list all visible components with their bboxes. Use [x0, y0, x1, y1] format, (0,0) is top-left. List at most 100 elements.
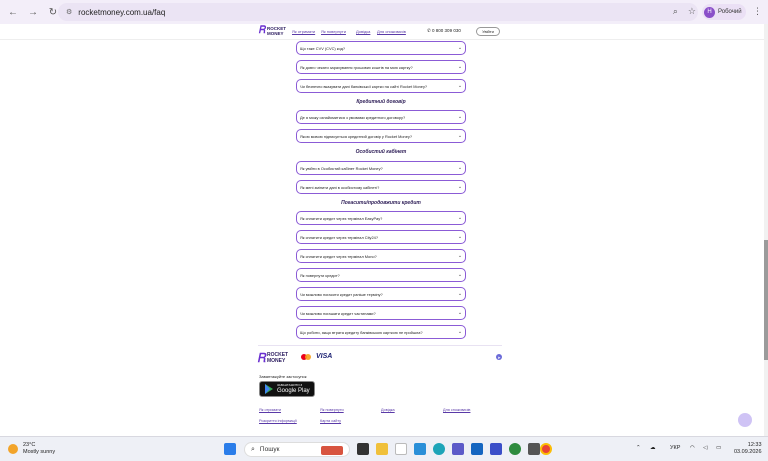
browser-toolbar: ← → ↻ ⚙ rocketmoney.com.ua/faq ⌕ ☆ Н Роб…: [0, 0, 768, 24]
footer-link-disclosure[interactable]: Розкриття інформації: [259, 419, 297, 423]
faq-item[interactable]: Чи можливо погасити кредит раніше термін…: [296, 287, 466, 301]
gplay-line2: Google Play: [277, 387, 310, 394]
scrollbar-thumb[interactable]: [764, 240, 768, 360]
chevron-down-icon: ⌄: [457, 165, 463, 171]
address-bar[interactable]: ⚙ rocketmoney.com.ua/faq: [58, 3, 698, 21]
faq-item[interactable]: Як повернути кредит? ⌄: [296, 268, 466, 282]
faq-question: Як сплатити кредит через термінал Monо?: [300, 253, 377, 259]
chevron-down-icon: ⌄: [457, 215, 463, 221]
start-icon[interactable]: [224, 443, 236, 455]
visa-logo: VISA: [316, 353, 333, 360]
telegram-icon[interactable]: ➤: [496, 354, 502, 360]
chevron-down-icon: ⌄: [457, 291, 463, 297]
bookmark-star-icon[interactable]: ☆: [688, 6, 696, 17]
store-icon[interactable]: [395, 443, 407, 455]
faq-question: Як довго чекати зарахування грошових кош…: [300, 64, 413, 70]
sun-icon: [8, 443, 18, 454]
faq-question: Чи безпечно вказувати дані банківської к…: [300, 83, 428, 89]
faq-question: Що робити, якщо втрата кредиту банківськ…: [300, 329, 423, 335]
system-clock[interactable]: 12:33 03.09.2026: [734, 442, 762, 456]
mastercard-icon: [301, 354, 311, 360]
wifi-icon[interactable]: ◠: [690, 445, 695, 451]
task-view-icon[interactable]: [357, 443, 369, 455]
section-title: Особистий кабінет: [355, 149, 407, 155]
chat-widget-button[interactable]: [738, 413, 752, 427]
site-footer: 𝑅 ROCKET MONEY VISA ➤ Завантажуйте засто…: [258, 345, 502, 436]
taskbar: 23°C Mostly sunny ⌕ Пошук ⌃ ☁ УКР ◠ ◁ ▭ …: [0, 436, 768, 461]
nav-help[interactable]: Довідка: [356, 29, 370, 34]
footer-link-how-to-return[interactable]: Як повернути: [320, 408, 344, 412]
tray-chevron-icon[interactable]: ⌃: [636, 445, 641, 451]
footer-logo[interactable]: 𝑅 ROCKET MONEY: [258, 351, 289, 366]
profile-label: Робочий: [718, 9, 742, 15]
section-title: Погасити/продовжити кредит: [341, 200, 421, 206]
chevron-down-icon: ⌄: [457, 184, 463, 190]
browser-menu-icon[interactable]: ⋮: [753, 6, 762, 17]
edge-icon[interactable]: [433, 443, 445, 455]
footer-divider: [258, 345, 502, 346]
forward-arrow-icon[interactable]: →: [26, 5, 40, 19]
faq-question: Чи можливо погасити кредит раніше термін…: [300, 291, 383, 297]
faq-item[interactable]: Як довго чекати зарахування грошових кош…: [296, 60, 466, 74]
zoom-icon[interactable]: ⌕: [673, 6, 678, 17]
footer-link-help[interactable]: Довідка: [381, 408, 395, 412]
outlook-icon[interactable]: [471, 443, 483, 455]
volume-icon[interactable]: ◁: [703, 445, 707, 451]
footer-link-consumers[interactable]: Для споживачів: [443, 408, 470, 412]
site-logo[interactable]: 𝑅 ROCKET MONEY: [259, 25, 287, 37]
nav-how-to-get[interactable]: Як отримати: [292, 29, 315, 34]
chevron-down-icon: ⌄: [457, 234, 463, 240]
faq-item[interactable]: Де я можу ознайомитися з умовами кредитн…: [296, 110, 466, 124]
chrome-icon[interactable]: [540, 443, 552, 455]
app-green-icon[interactable]: [509, 443, 521, 455]
faq-item[interactable]: Як сплатити кредит через термінал EasyPa…: [296, 211, 466, 225]
section-title: Кредитний договір: [356, 99, 406, 105]
profile-button[interactable]: Н Робочий: [702, 4, 746, 20]
footer-link-sitemap[interactable]: Карта сайту: [320, 419, 341, 423]
faq-question: Як увійти в Особистий кабінет Rocket Mon…: [300, 165, 383, 171]
faq-item[interactable]: Чи безпечно вказувати дані банківської к…: [296, 79, 466, 93]
mail-icon[interactable]: [414, 443, 426, 455]
nav-how-to-return[interactable]: Як повернути: [321, 29, 346, 34]
app-dark-icon[interactable]: [528, 443, 540, 455]
url-text: rocketmoney.com.ua/faq: [78, 7, 166, 17]
back-arrow-icon[interactable]: ←: [6, 5, 20, 19]
faq-item[interactable]: Що таке CVV (CVC) код? ⌄: [296, 41, 466, 55]
battery-icon[interactable]: ▭: [716, 445, 721, 451]
file-explorer-icon[interactable]: [376, 443, 388, 455]
faq-question: Як повернути кредит?: [300, 272, 340, 278]
faq-item[interactable]: Що робити, якщо втрата кредиту банківськ…: [296, 325, 466, 339]
phone-number[interactable]: ✆ 0 800 309 030: [427, 28, 461, 34]
footer-link-how-to-get[interactable]: Як отримати: [259, 408, 281, 412]
phone-text: 0 800 309 030: [432, 28, 461, 33]
faq-item[interactable]: Як сплатити кредит через термінал City24…: [296, 230, 466, 244]
faq-item[interactable]: Чи можливо погашати кредит частинами? ⌄: [296, 306, 466, 320]
download-app-label: Завантажуйте застосунок: [259, 374, 307, 379]
faq-item[interactable]: Як мені змінити дані в особистому кабіне…: [296, 180, 466, 194]
faq-item[interactable]: Як увійти в Особистий кабінет Rocket Mon…: [296, 161, 466, 175]
chevron-down-icon: ⌄: [457, 272, 463, 278]
footer-logo-text: ROCKET MONEY: [267, 352, 289, 364]
faq-item[interactable]: Якою мовою підписується кредитний догові…: [296, 129, 466, 143]
search-placeholder: Пошук: [259, 446, 280, 453]
weather-widget[interactable]: 23°C Mostly sunny: [8, 442, 55, 455]
site-header: 𝑅 ROCKET MONEY Як отримати Як повернути …: [0, 24, 764, 40]
teams-icon[interactable]: [452, 443, 464, 455]
google-play-icon: [265, 384, 273, 394]
language-indicator[interactable]: УКР: [670, 445, 680, 451]
chevron-down-icon: ⌄: [457, 310, 463, 316]
google-play-button[interactable]: ЗАВАНТАЖИТИ З Google Play: [259, 381, 315, 397]
taskbar-search[interactable]: ⌕ Пошук: [244, 442, 350, 457]
login-button[interactable]: Увійти: [476, 27, 500, 36]
logo-text: ROCKET MONEY: [267, 26, 286, 36]
chevron-down-icon: ⌄: [457, 329, 463, 335]
page-scrollbar[interactable]: [764, 24, 768, 436]
avatar: Н: [704, 6, 715, 18]
cloud-icon[interactable]: ☁: [650, 445, 656, 451]
nav-consumers[interactable]: Для споживачів: [377, 29, 406, 34]
clock-time: 12:33: [747, 442, 762, 448]
site-info-icon[interactable]: ⚙: [66, 8, 72, 16]
faq-item[interactable]: Як сплатити кредит через термінал Monо? ⌄: [296, 249, 466, 263]
app-icon[interactable]: [490, 443, 502, 455]
rocket-icon: 𝑅: [258, 351, 267, 365]
